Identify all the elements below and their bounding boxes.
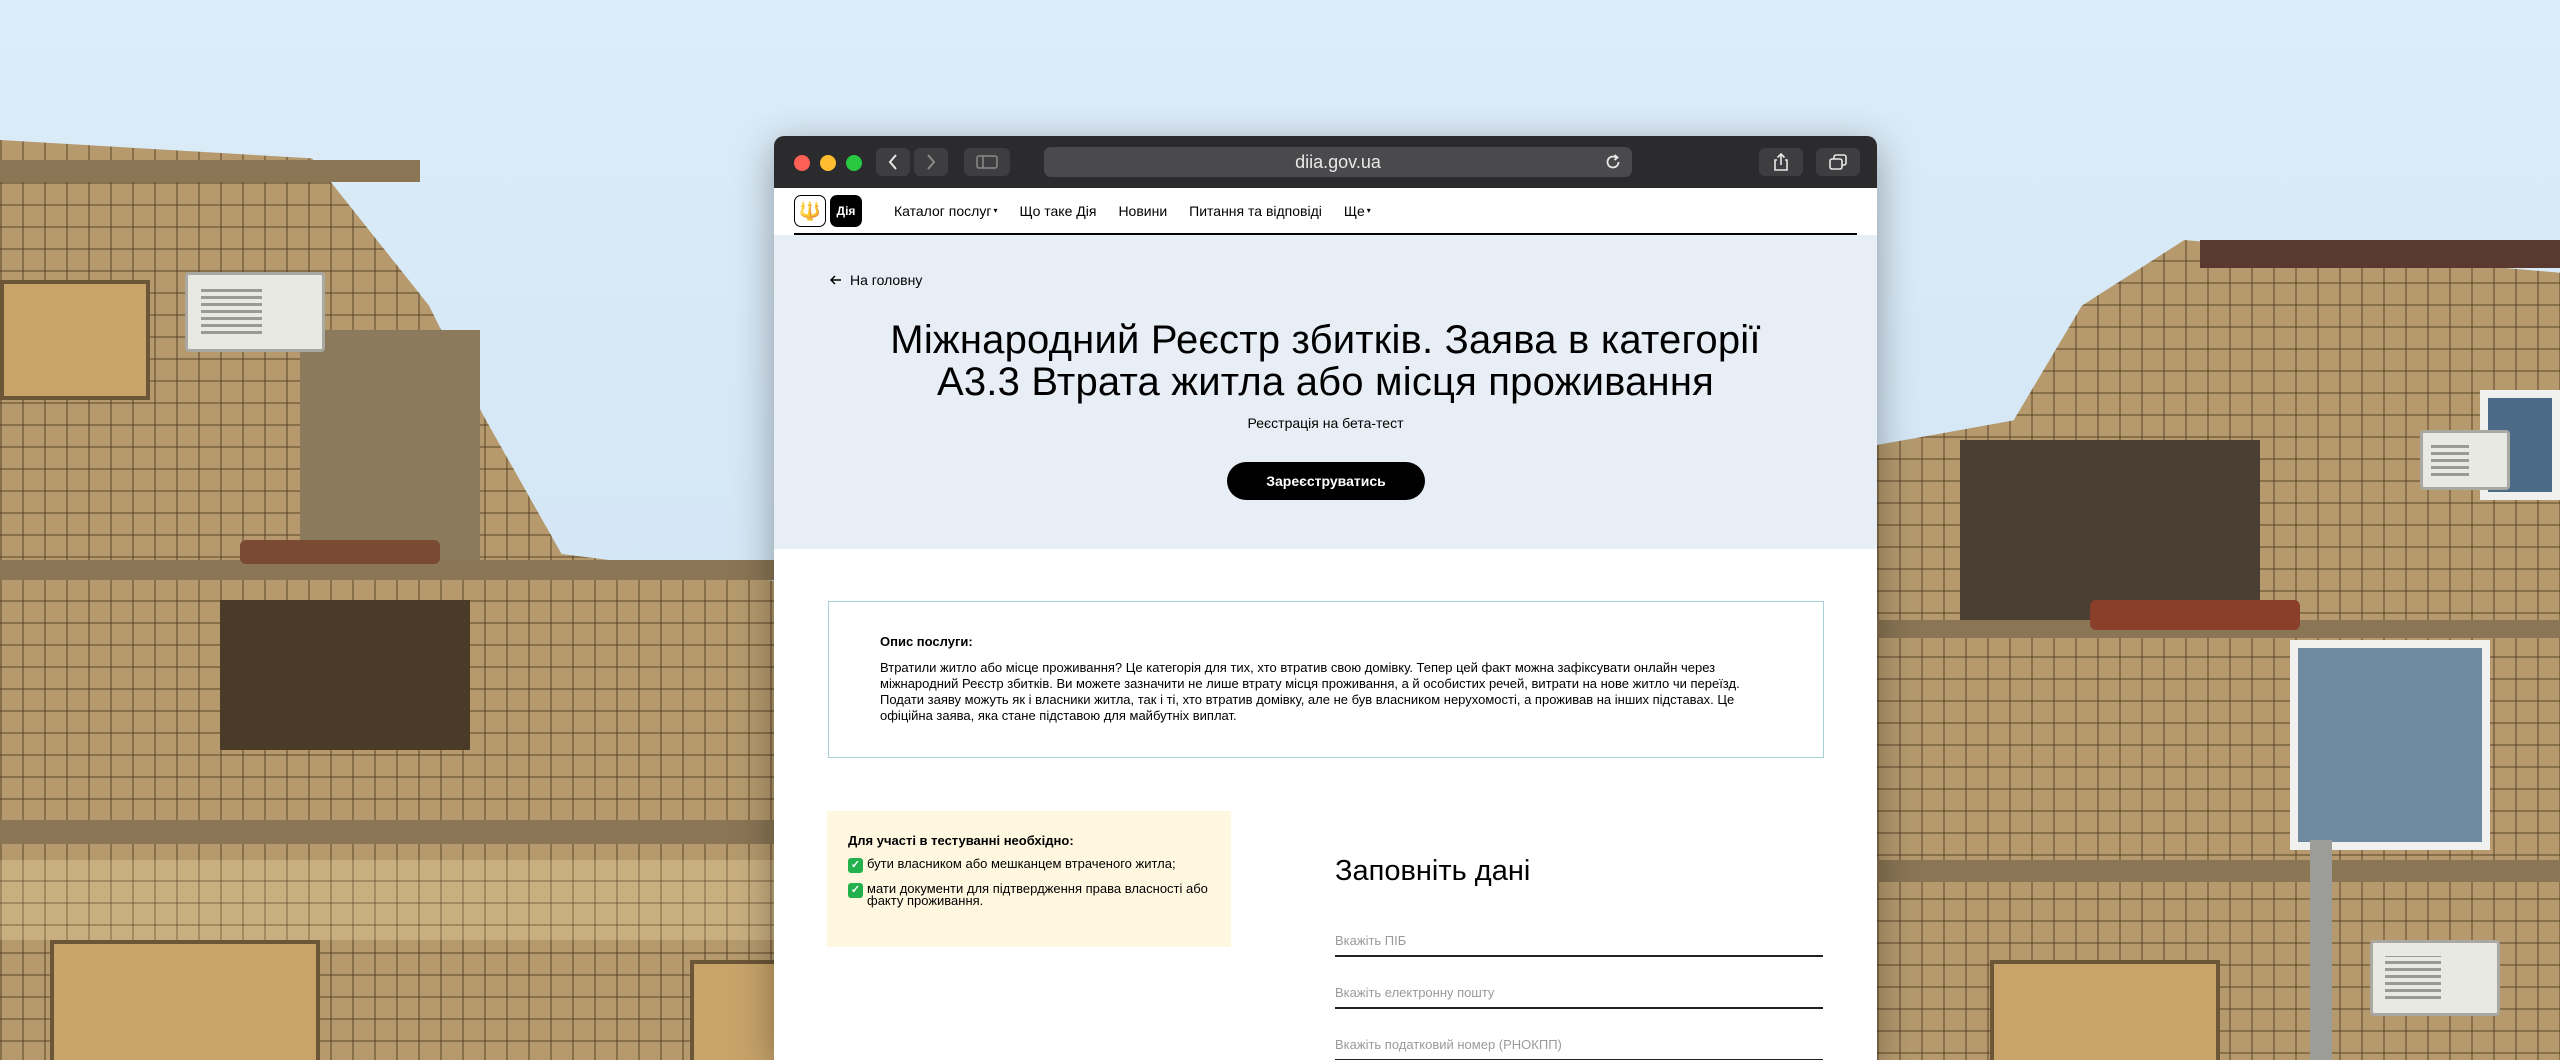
nav-item-more[interactable]: Ще ▾ — [1344, 203, 1371, 219]
right-ledge — [1877, 860, 2560, 882]
requirement-item: ✓ бути власником або мешканцем втраченог… — [848, 856, 1211, 873]
description-text: Втратили житло або місце проживання? Це … — [880, 660, 1740, 723]
email-field — [1335, 983, 1823, 1009]
trident-logo-icon[interactable]: 🔱 — [794, 194, 826, 227]
close-window-button[interactable] — [794, 155, 810, 171]
nav-item-label: Ще — [1343, 202, 1365, 219]
sidebar-toggle-button[interactable] — [964, 148, 1010, 176]
left-ledge — [0, 160, 420, 182]
left-ledge — [0, 820, 780, 844]
caret-down-icon: ▾ — [993, 206, 998, 215]
nav-item-faq[interactable]: Питання та відповіді — [1189, 203, 1322, 219]
url-text: diia.gov.ua — [1295, 151, 1381, 172]
chevron-right-icon — [927, 154, 936, 170]
diia-logo[interactable]: Дія — [830, 194, 862, 227]
browser-window: diia.gov.ua 🔱 Дія Каталог послуг ▾ Що так… — [774, 136, 1877, 1060]
broken-window — [2290, 640, 2490, 850]
tax-number-field — [1335, 1035, 1823, 1060]
tabs-icon — [1829, 154, 1847, 170]
requirements-title: Для участі в тестуванні необхідно: — [848, 833, 1074, 848]
back-link-label: На головну — [850, 272, 923, 288]
email-input[interactable] — [1335, 985, 1823, 1000]
site-header: 🔱 Дія Каталог послуг ▾ Що таке Дія Новини… — [794, 188, 1857, 235]
air-conditioner — [185, 272, 325, 352]
page-title-line-2: А3.3 Втрата житла або місця проживання — [936, 360, 1715, 404]
share-button[interactable] — [1759, 148, 1803, 176]
left-damage — [300, 330, 480, 560]
nav-item-catalog[interactable]: Каталог послуг ▾ — [894, 203, 997, 219]
air-conditioner — [2420, 430, 2510, 490]
plywood-window — [50, 940, 320, 1060]
reload-icon[interactable] — [1604, 153, 1622, 171]
forward-button[interactable] — [914, 148, 948, 176]
arrow-left-icon — [830, 275, 841, 285]
nav-item-label: Питання та відповіді — [1189, 202, 1322, 219]
main-nav: Каталог послуг ▾ Що таке Дія Новини Питан… — [894, 203, 1371, 219]
debris — [240, 540, 440, 564]
plywood-window — [690, 960, 780, 1060]
description-title: Опис послуги: — [880, 634, 973, 649]
register-button[interactable]: Зареєструватись — [1227, 462, 1425, 500]
left-damage — [220, 600, 470, 750]
browser-titlebar: diia.gov.ua — [774, 136, 1877, 188]
nav-item-news[interactable]: Новини — [1118, 203, 1167, 219]
page-subtitle: Реєстрація на бета-тест — [1247, 415, 1404, 431]
caret-down-icon: ▾ — [1366, 206, 1371, 215]
hero-section: На головну Міжнародний Реєстр збитків. З… — [774, 235, 1877, 549]
requirement-text: мати документи для підтвердження права в… — [867, 881, 1208, 908]
tax-number-input[interactable] — [1335, 1037, 1823, 1052]
full-name-field — [1335, 931, 1823, 957]
debris — [2090, 600, 2300, 630]
address-bar[interactable]: diia.gov.ua — [1044, 147, 1632, 177]
back-to-home-link[interactable]: На головну — [830, 272, 922, 288]
right-ledge — [2200, 240, 2560, 268]
nav-item-label: Що таке Дія — [1019, 202, 1097, 219]
plywood-window — [0, 280, 150, 400]
requirements-box: Для участі в тестуванні необхідно: ✓ бут… — [827, 811, 1231, 947]
requirement-item: ✓ мати документи для підтвердження права… — [848, 881, 1211, 908]
page-title: Міжнародний Реєстр збитків. Заява в кате… — [774, 319, 1877, 403]
full-name-input[interactable] — [1335, 933, 1823, 948]
requirement-text: бути власником або мешканцем втраченого … — [867, 856, 1176, 871]
checkmark-icon: ✓ — [848, 883, 863, 898]
left-lower-wall — [0, 860, 780, 940]
window-controls — [794, 155, 862, 171]
tabs-overview-button[interactable] — [1816, 148, 1860, 176]
form-title: Заповніть дані — [1335, 855, 1531, 887]
plywood-window — [1990, 960, 2220, 1060]
sidebar-icon — [976, 155, 998, 169]
checkmark-icon: ✓ — [848, 858, 863, 873]
zoom-window-button[interactable] — [846, 155, 862, 171]
nav-item-about[interactable]: Що таке Дія — [1019, 203, 1096, 219]
nav-item-label: Новини — [1118, 202, 1168, 219]
service-description-box: Опис послуги: Втратили житло або місце п… — [828, 601, 1824, 758]
back-button[interactable] — [876, 148, 910, 176]
drainpipe — [2310, 840, 2332, 1060]
minimize-window-button[interactable] — [820, 155, 836, 171]
share-icon — [1774, 153, 1788, 171]
nav-item-label: Каталог послуг — [894, 202, 992, 219]
air-conditioner — [2370, 940, 2500, 1016]
chevron-left-icon — [888, 154, 897, 170]
right-damage — [1960, 440, 2260, 620]
page-title-line-1: Міжнародний Реєстр збитків. Заява в кате… — [890, 318, 1761, 362]
